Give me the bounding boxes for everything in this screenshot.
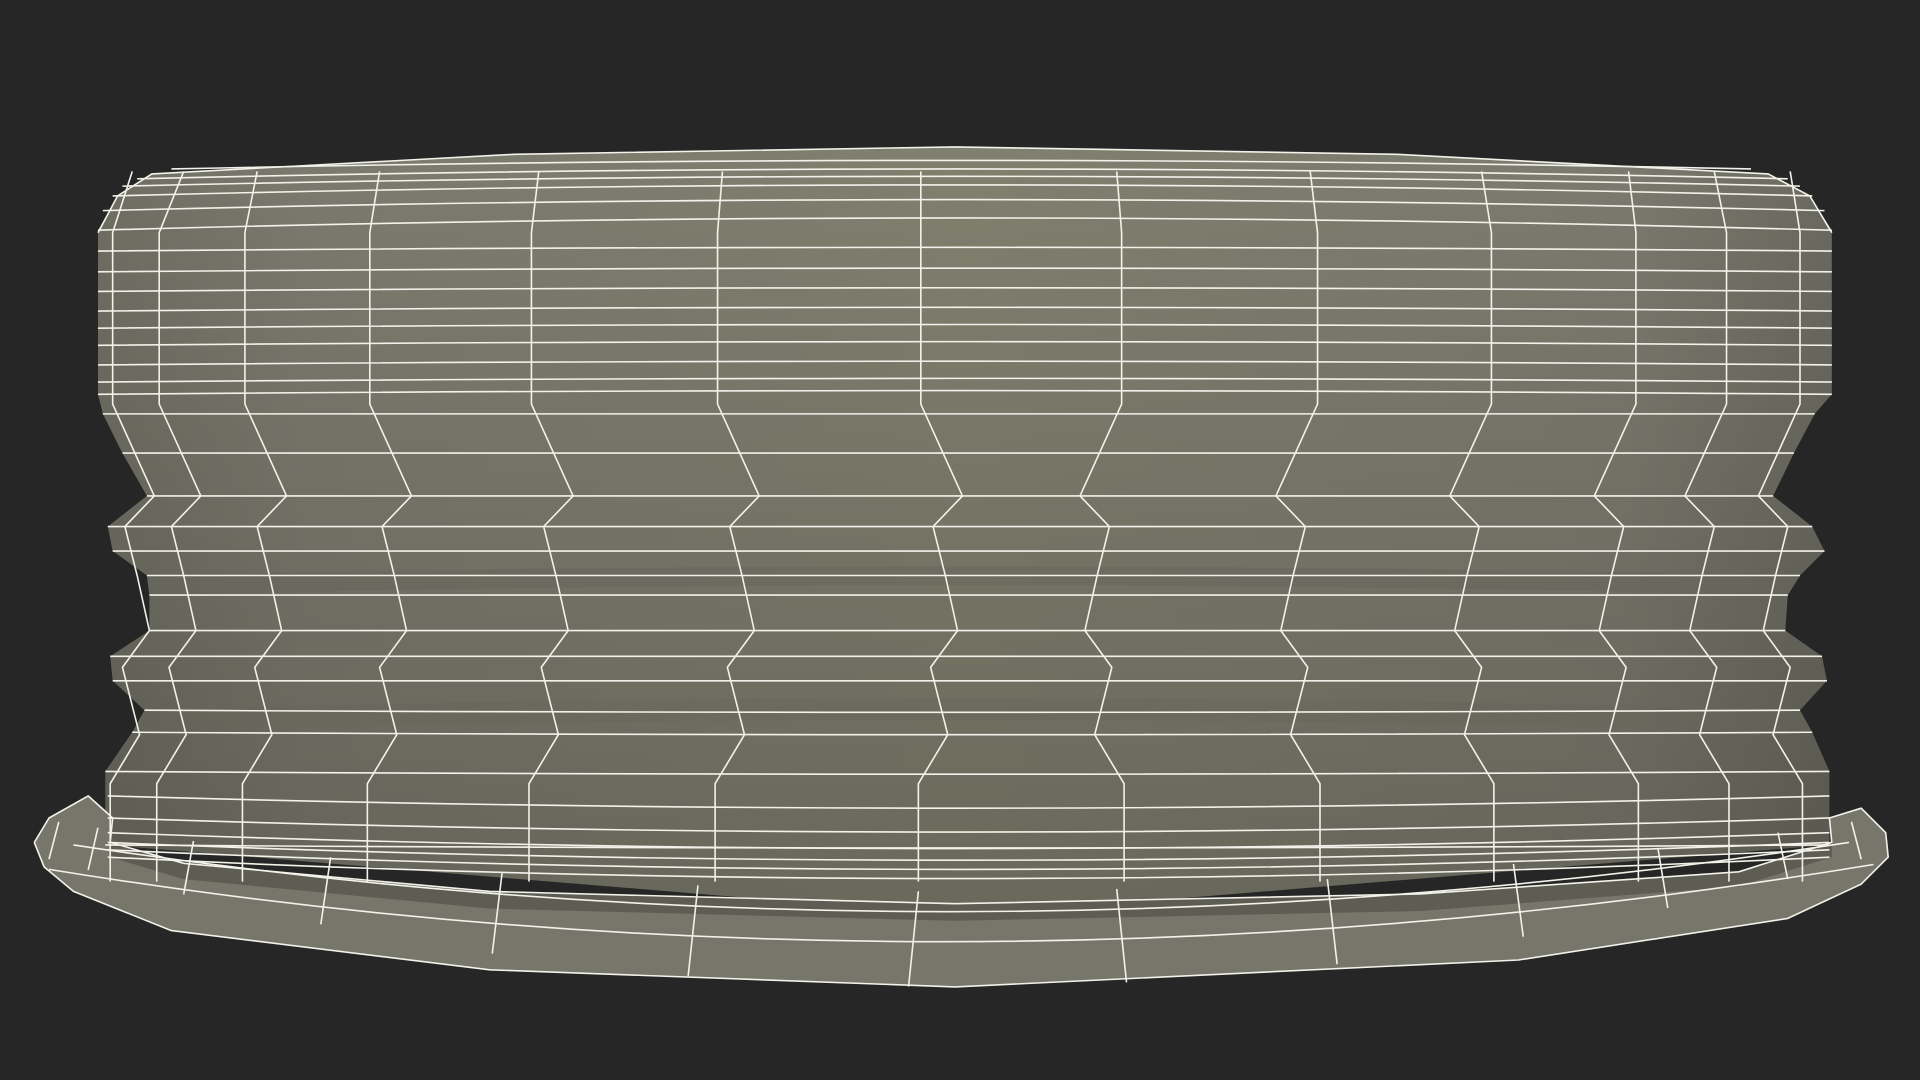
mesh-ring-edge — [102, 412, 1815, 415]
mesh-ring-edge — [122, 451, 1794, 454]
wireframe-render — [33, 146, 1889, 988]
cap-body-shade — [98, 146, 1832, 916]
mesh-ring-edge — [149, 594, 1788, 597]
3d-viewport[interactable] — [0, 0, 1920, 1080]
